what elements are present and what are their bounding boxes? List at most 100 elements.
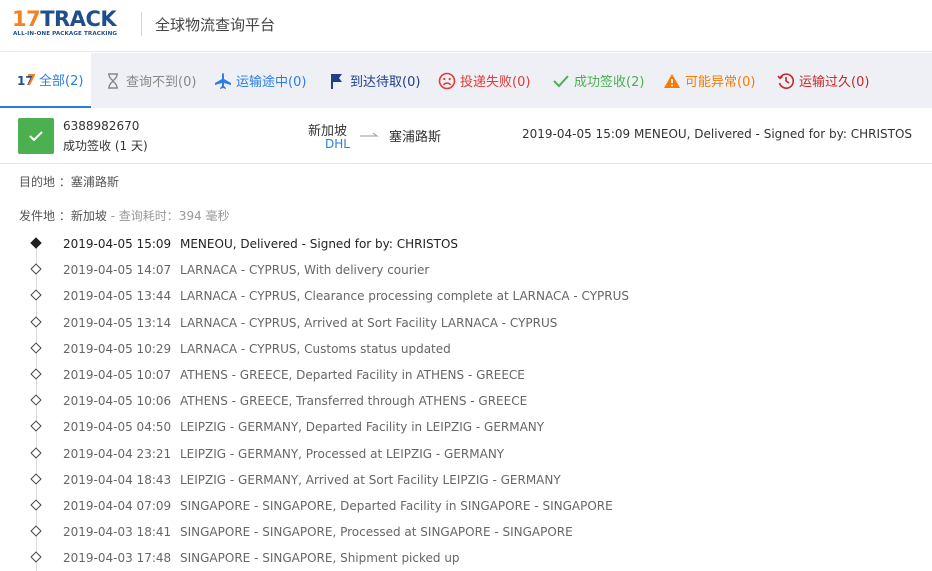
tab-in-transit[interactable]: 运输途中(0) bbox=[214, 53, 306, 108]
event-description: LEIPZIG - GERMANY, Arrived at Sort Facil… bbox=[180, 472, 561, 487]
tab-delivery-failed[interactable]: 投递失败(0) bbox=[438, 53, 530, 108]
event-description: LEIPZIG - GERMANY, Processed at LEIPZIG … bbox=[180, 446, 505, 461]
diamond-icon bbox=[30, 551, 42, 564]
diamond-icon bbox=[30, 342, 42, 354]
event-description: LARNACA - CYPRUS, Customs status updated bbox=[180, 341, 451, 356]
event-time: 2019-04-04 07:09 bbox=[63, 499, 172, 513]
logo-track-text: TRACK bbox=[40, 7, 117, 31]
airplane-icon bbox=[214, 72, 232, 90]
event-description: ATHENS - GREECE, Transferred through ATH… bbox=[180, 394, 528, 409]
event-description: LEIPZIG - GERMANY, Departed Facility in … bbox=[180, 420, 545, 435]
tab-all-label: 全部(2) bbox=[39, 74, 84, 89]
status-filter-tabs: 17 全部(2) 查询不到(0) 运输途中(0) 到达待取(0) 投递失败(0)… bbox=[0, 53, 932, 108]
destination-country: 塞浦路斯 bbox=[389, 130, 442, 145]
timeline-event: 2019-04-03 17:48 SINGAPORE - SINGAPORE, S… bbox=[0, 545, 932, 571]
flag-icon bbox=[328, 72, 346, 90]
logo-tagline: ALL-IN-ONE PACKAGE TRACKING bbox=[13, 31, 118, 37]
timeline-event: 2019-04-05 10:07 ATHENS - GREECE, Departe… bbox=[0, 362, 932, 388]
event-time: 2019-04-05 15:09 bbox=[63, 237, 172, 251]
carrier-link[interactable]: DHL bbox=[325, 137, 350, 151]
tab-awaiting-pickup-label: 到达待取(0) bbox=[350, 75, 421, 90]
destination-label: 目的地 ： bbox=[19, 175, 71, 189]
event-time: 2019-04-05 10:29 bbox=[63, 341, 172, 356]
event-time: 2019-04-04 23:21 bbox=[63, 446, 172, 461]
tab-not-found-label: 查询不到(0) bbox=[126, 75, 197, 90]
diamond-icon bbox=[30, 473, 42, 485]
timeline-event: 2019-04-05 10:06 ATHENS - GREECE, Transfe… bbox=[0, 388, 932, 414]
timeline-event: 2019-04-05 13:14 LARNACA - CYPRUS, Arrive… bbox=[0, 310, 932, 336]
tab-awaiting-pickup[interactable]: 到达待取(0) bbox=[328, 53, 420, 108]
diamond-icon bbox=[30, 368, 42, 380]
tab-all[interactable]: 17 全部(2) bbox=[0, 53, 91, 108]
hourglass-icon bbox=[104, 72, 122, 90]
event-description: LARNACA - CYPRUS, Arrived at Sort Facili… bbox=[180, 315, 558, 330]
event-time: 2019-04-05 04:50 bbox=[63, 420, 172, 435]
diamond-icon bbox=[30, 315, 42, 328]
top-header: 17TRACK ALL-IN-ONE PACKAGE TRACKING 全球物流… bbox=[0, 0, 932, 52]
17track-logo-icon: 17 bbox=[17, 71, 35, 89]
logo-wordmark: 17TRACK bbox=[12, 7, 117, 31]
diamond-icon bbox=[30, 420, 42, 433]
delivered-status-badge bbox=[18, 118, 54, 154]
diamond-icon bbox=[30, 289, 42, 302]
sad-face-icon bbox=[438, 72, 456, 90]
timeline-event: 2019-04-05 04:50 LEIPZIG - GERMANY, Depar… bbox=[0, 414, 932, 440]
origin-label: 发件地 ： bbox=[19, 209, 71, 223]
tab-delayed[interactable]: 运输过久(0) bbox=[777, 53, 869, 108]
latest-event: 2019-04-05 15:09 MENEOU, Delivered - Sig… bbox=[522, 127, 912, 141]
timeline-event: 2019-04-05 13:44 LARNACA - CYPRUS, Cleara… bbox=[0, 283, 932, 309]
tab-possible-exception[interactable]: 可能异常(0) bbox=[663, 53, 755, 108]
event-time: 2019-04-05 10:06 bbox=[63, 394, 172, 409]
filled-diamond-icon bbox=[30, 237, 42, 249]
clock-icon bbox=[777, 72, 795, 90]
event-time: 2019-04-05 13:44 bbox=[63, 289, 172, 304]
17track-logo[interactable]: 17TRACK ALL-IN-ONE PACKAGE TRACKING bbox=[12, 8, 130, 40]
tracking-number[interactable]: 6388982670 bbox=[63, 119, 139, 133]
event-time: 2019-04-05 14:07 bbox=[63, 263, 172, 278]
header-divider bbox=[141, 12, 142, 36]
tab-possible-exception-label: 可能异常(0) bbox=[685, 75, 756, 90]
tab-in-transit-label: 运输途中(0) bbox=[236, 75, 307, 90]
event-description: LARNACA - CYPRUS, With delivery courier bbox=[180, 263, 430, 278]
event-description: SINGAPORE - SINGAPORE, Shipment picked u… bbox=[180, 551, 460, 566]
page-title: 全球物流查询平台 bbox=[155, 16, 276, 34]
destination-value: 塞浦路斯 bbox=[70, 175, 119, 189]
tracking-status: 成功签收 (1 天) bbox=[63, 139, 148, 153]
timeline-event: 2019-04-05 10:29 LARNACA - CYPRUS, Custom… bbox=[0, 336, 932, 362]
event-time: 2019-04-04 18:43 bbox=[63, 472, 172, 487]
logo-number: 17 bbox=[12, 7, 41, 31]
tab-delivered[interactable]: 成功签收(2) bbox=[552, 53, 644, 108]
origin-value: 新加坡 bbox=[70, 209, 107, 223]
destination-line: 目的地 ：塞浦路斯 bbox=[19, 173, 119, 190]
event-time: 2019-04-03 18:41 bbox=[63, 525, 172, 540]
timeline-event: 2019-04-03 18:41 SINGAPORE - SINGAPORE, P… bbox=[0, 519, 932, 545]
tab-not-found[interactable]: 查询不到(0) bbox=[104, 53, 196, 108]
event-time: 2019-04-05 10:07 bbox=[63, 368, 172, 382]
diamond-icon bbox=[30, 446, 42, 459]
shipment-summary-row[interactable]: 6388982670 成功签收 (1 天) 新加坡 DHL 塞浦路斯 2019-… bbox=[0, 108, 932, 164]
diamond-icon bbox=[30, 263, 42, 275]
event-description: SINGAPORE - SINGAPORE, Processed at SING… bbox=[180, 525, 573, 540]
event-description: SINGAPORE - SINGAPORE, Departed Facility… bbox=[180, 499, 613, 513]
diamond-icon bbox=[30, 394, 42, 406]
timeline-event: 2019-04-04 18:43 LEIPZIG - GERMANY, Arriv… bbox=[0, 467, 932, 493]
timeline-event: 2019-04-04 07:09 SINGAPORE - SINGAPORE, D… bbox=[0, 493, 932, 519]
tab-delivery-failed-label: 投递失败(0) bbox=[460, 75, 531, 90]
diamond-icon bbox=[30, 525, 42, 537]
check-icon bbox=[552, 72, 570, 90]
event-time: 2019-04-05 13:14 bbox=[63, 315, 172, 330]
event-description: MENEOU, Delivered - Signed for by: CHRIS… bbox=[180, 237, 459, 251]
tab-delivered-label: 成功签收(2) bbox=[574, 75, 645, 90]
event-description: LARNACA - CYPRUS, Clearance processing c… bbox=[180, 289, 629, 304]
query-time: - 查询耗时：394 毫秒 bbox=[106, 209, 230, 223]
check-icon bbox=[29, 131, 43, 142]
event-time: 2019-04-03 17:48 bbox=[63, 551, 172, 566]
warning-icon bbox=[663, 72, 681, 90]
diamond-icon bbox=[30, 499, 42, 511]
timeline-event: 2019-04-04 23:21 LEIPZIG - GERMANY, Proce… bbox=[0, 441, 932, 467]
timeline-event: 2019-04-05 15:09 MENEOU, Delivered - Sign… bbox=[0, 231, 932, 257]
timeline-event: 2019-04-05 14:07 LARNACA - CYPRUS, With d… bbox=[0, 257, 932, 283]
tab-delayed-label: 运输过久(0) bbox=[799, 75, 870, 90]
route-arrow-icon bbox=[360, 132, 379, 137]
event-description: ATHENS - GREECE, Departed Facility in AT… bbox=[180, 368, 525, 382]
